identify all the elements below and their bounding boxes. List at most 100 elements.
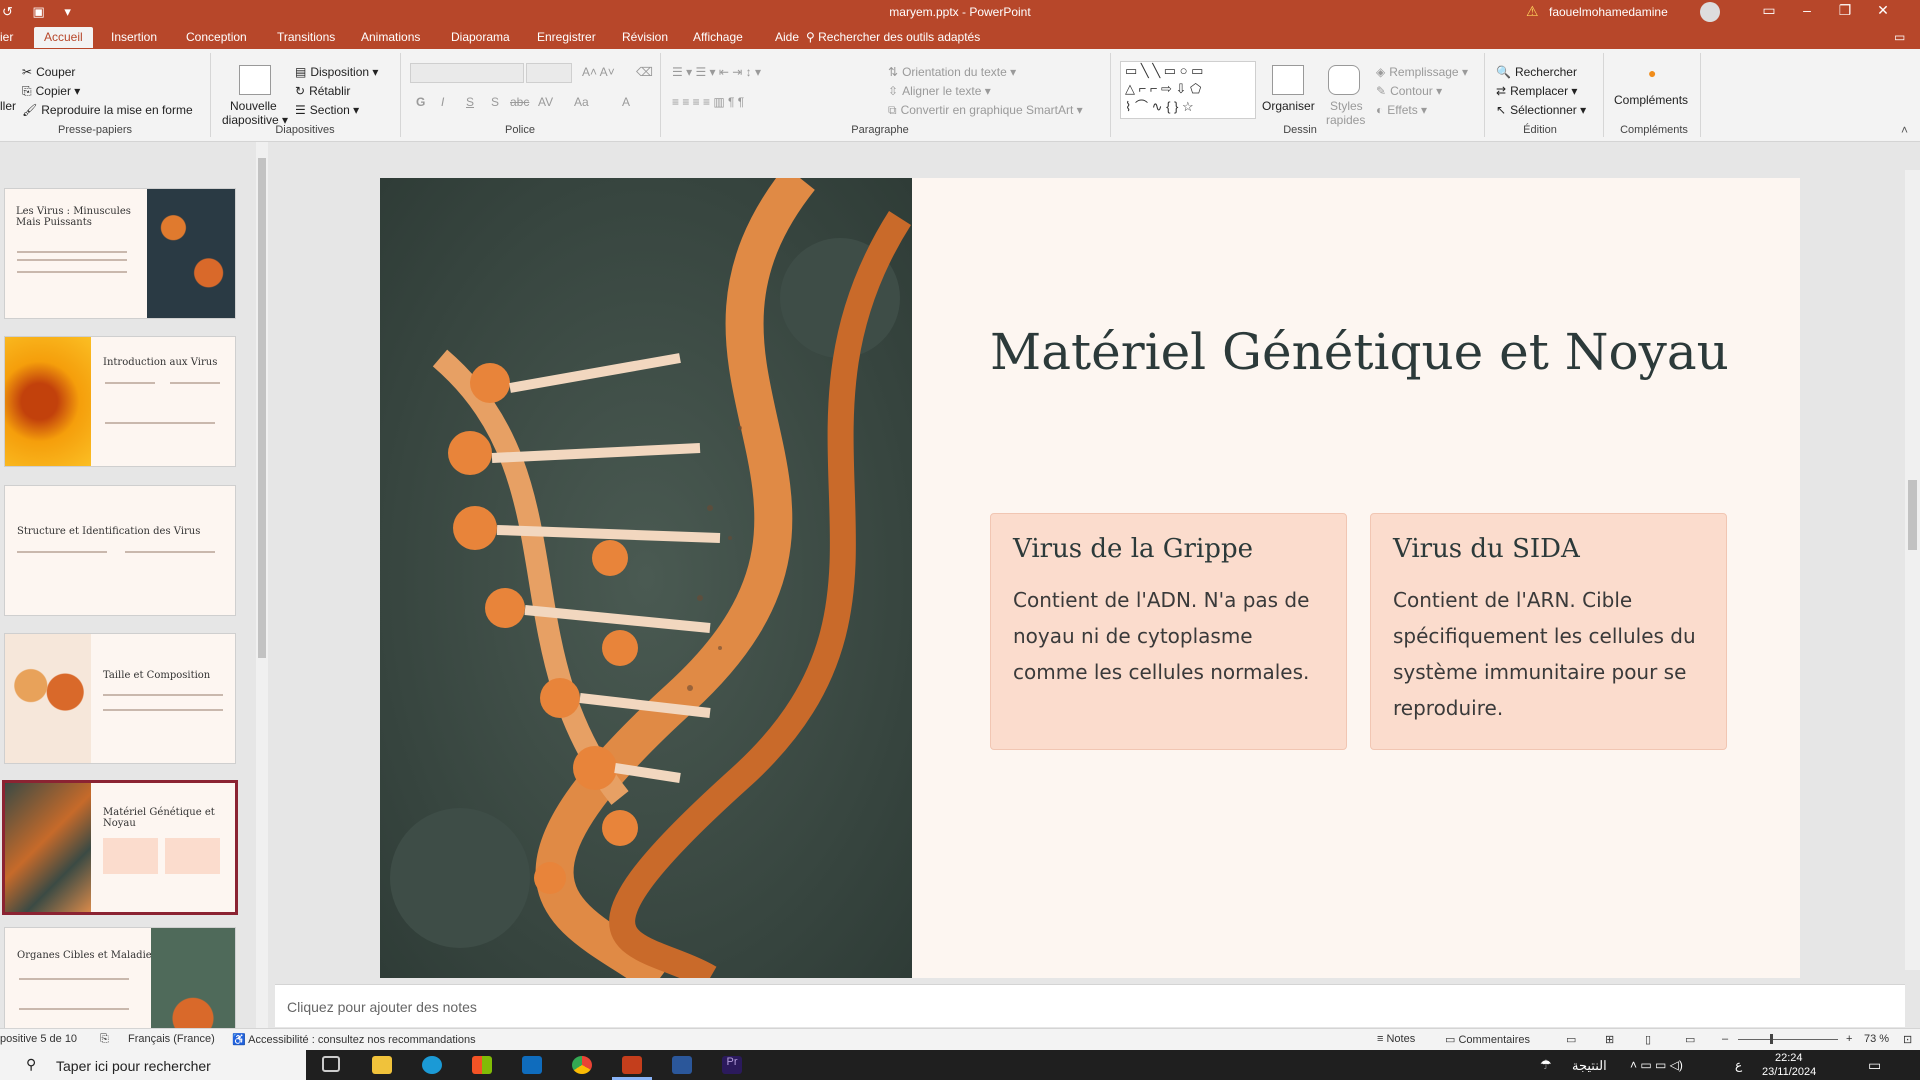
- strikethrough-button[interactable]: abc: [510, 95, 529, 109]
- language-status[interactable]: Français (France): [128, 1033, 215, 1045]
- cut-button[interactable]: ✂ Couper: [22, 65, 75, 79]
- tab-help[interactable]: Aide: [775, 30, 799, 44]
- scroll-thumb[interactable]: [1908, 480, 1917, 550]
- tab-view[interactable]: Affichage: [693, 30, 743, 44]
- close-icon[interactable]: ✕: [1868, 2, 1898, 19]
- tab-record[interactable]: Enregistrer: [537, 30, 596, 44]
- chrome-icon[interactable]: [572, 1056, 592, 1074]
- normal-view-icon[interactable]: ▭: [1566, 1033, 1576, 1046]
- card-flu[interactable]: Virus de la Grippe Contient de l'ADN. N'…: [990, 513, 1347, 750]
- clock-time[interactable]: 22:24: [1775, 1052, 1803, 1064]
- spellcheck-icon[interactable]: ⎘: [100, 1033, 109, 1046]
- tab-insert[interactable]: Insertion: [111, 30, 157, 44]
- comments-button[interactable]: ▭ Commentaires: [1445, 1033, 1530, 1046]
- shadow-button[interactable]: S: [491, 95, 499, 109]
- reading-view-icon[interactable]: ▯: [1645, 1033, 1651, 1046]
- scroll-thumb[interactable]: [258, 158, 266, 658]
- tab-file[interactable]: ier: [0, 30, 13, 44]
- slide-sorter-icon[interactable]: ⊞: [1605, 1033, 1614, 1046]
- tab-review[interactable]: Révision: [622, 30, 668, 44]
- clock-date[interactable]: 23/11/2024: [1762, 1066, 1816, 1078]
- tab-design[interactable]: Conception: [186, 30, 247, 44]
- text-direction-button[interactable]: ⇅ Orientation du texte ▾: [888, 65, 1016, 79]
- collapse-ribbon-icon[interactable]: ˄: [1901, 123, 1908, 137]
- section-button[interactable]: ☰ Section ▾: [295, 103, 359, 117]
- taskbar-search[interactable]: ⚲ Taper ici pour rechercher: [0, 1050, 306, 1080]
- fill-button[interactable]: ◈ Remplissage ▾: [1376, 65, 1468, 79]
- shapes-gallery[interactable]: ▭ ╲ ╲ ▭ ○ ▭ △ ⌐ ⌐ ⇨ ⇩ ⬠ ⌇ ⌒ ∿ { } ☆: [1120, 61, 1256, 119]
- zoom-slider-thumb[interactable]: [1770, 1034, 1773, 1044]
- italic-button[interactable]: I: [441, 95, 444, 109]
- weather-icon[interactable]: ☂: [1540, 1057, 1552, 1073]
- bold-button[interactable]: G: [416, 95, 425, 109]
- underline-button[interactable]: S: [466, 95, 474, 109]
- format-painter-button[interactable]: 🖌 Reproduire la mise en forme: [22, 103, 193, 117]
- edge-icon[interactable]: [422, 1056, 442, 1074]
- avatar[interactable]: [1700, 2, 1720, 22]
- outlook-icon[interactable]: [522, 1056, 542, 1074]
- align-text-button[interactable]: ⇳ Aligner le texte ▾: [888, 84, 991, 98]
- copy-button[interactable]: ⎘ Copier ▾: [22, 84, 80, 99]
- addins-icon[interactable]: ●: [1648, 65, 1656, 81]
- grow-font-icon[interactable]: A˄ A˅: [582, 65, 615, 79]
- powerpoint-icon[interactable]: [622, 1056, 642, 1074]
- new-slide-label-1[interactable]: Nouvelle: [230, 99, 277, 113]
- paste-button[interactable]: ller: [0, 99, 16, 113]
- select-button[interactable]: ↖ Sélectionner ▾: [1496, 103, 1586, 117]
- input-language[interactable]: ع: [1735, 1058, 1742, 1072]
- accessibility-status[interactable]: ♿ Accessibilité : consultez nos recomman…: [232, 1033, 476, 1046]
- tray-icons[interactable]: ˄ ▭ ▭ ◁): [1630, 1058, 1683, 1072]
- zoom-in-icon[interactable]: +: [1846, 1033, 1852, 1045]
- tab-animations[interactable]: Animations: [361, 30, 420, 44]
- word-icon[interactable]: [672, 1056, 692, 1074]
- store-icon[interactable]: [472, 1056, 492, 1074]
- arrange-icon[interactable]: [1272, 65, 1304, 95]
- slide-title[interactable]: Matériel Génétique et Noyau: [990, 323, 1729, 381]
- align-icons[interactable]: ≡ ≡ ≡ ≡ ▥ ¶ ¶: [672, 95, 744, 109]
- file-explorer-icon[interactable]: [372, 1056, 392, 1074]
- smartart-button[interactable]: ⧉ Convertir en graphique SmartArt ▾: [888, 103, 1083, 118]
- zoom-level[interactable]: 73 %: [1864, 1033, 1889, 1045]
- new-slide-icon[interactable]: [239, 65, 271, 95]
- task-view-icon[interactable]: [322, 1056, 340, 1072]
- user-name[interactable]: faouelmohamedamine: [1549, 5, 1668, 19]
- font-color-button[interactable]: A: [622, 95, 630, 109]
- card-aids[interactable]: Virus du SIDA Contient de l'ARN. Cible s…: [1370, 513, 1727, 750]
- effects-button[interactable]: ◐ Effets ▾: [1376, 103, 1427, 117]
- warning-icon[interactable]: ⚠: [1526, 3, 1539, 20]
- font-family-select[interactable]: [410, 63, 524, 83]
- outline-button[interactable]: ✎ Contour ▾: [1376, 84, 1442, 98]
- char-spacing-button[interactable]: AV: [538, 95, 553, 109]
- arrange-button[interactable]: Organiser: [1262, 99, 1315, 113]
- bullets-icon[interactable]: ☰ ▾ ☰ ▾ ⇤ ⇥ ↕ ▾: [672, 65, 761, 79]
- slide-thumbnail-1[interactable]: Les Virus : Minuscules Mais Puissants: [4, 188, 236, 319]
- thumbnails-scrollbar[interactable]: [256, 142, 268, 1042]
- notifications-icon[interactable]: ▭: [1868, 1057, 1881, 1074]
- tab-home[interactable]: Accueil: [34, 27, 93, 48]
- weather-label[interactable]: النتيجة: [1572, 1058, 1607, 1074]
- zoom-slider[interactable]: [1738, 1039, 1838, 1040]
- quick-styles-icon[interactable]: [1328, 65, 1360, 95]
- slide[interactable]: Matériel Génétique et Noyau Virus de la …: [380, 178, 1800, 978]
- font-size-select[interactable]: [526, 63, 572, 83]
- notes-pane[interactable]: Cliquez pour ajouter des notes: [275, 984, 1905, 1027]
- tell-me-search[interactable]: ⚲ Rechercher des outils adaptés: [806, 30, 980, 44]
- zoom-out-icon[interactable]: –: [1722, 1033, 1728, 1045]
- premiere-icon[interactable]: Pr: [722, 1056, 742, 1074]
- fit-to-window-icon[interactable]: ⊡: [1903, 1033, 1912, 1046]
- comments-icon[interactable]: ▭: [1894, 30, 1905, 44]
- tab-transitions[interactable]: Transitions: [277, 30, 335, 44]
- tab-slideshow[interactable]: Diaporama: [451, 30, 510, 44]
- canvas-scrollbar[interactable]: [1905, 170, 1920, 970]
- slide-thumbnail-5[interactable]: Matériel Génétique et Noyau: [2, 780, 238, 915]
- slide-thumbnail-3[interactable]: Structure et Identification des Virus: [4, 485, 236, 616]
- restore-icon[interactable]: ❐: [1830, 2, 1860, 19]
- minimize-icon[interactable]: –: [1792, 2, 1822, 18]
- slideshow-icon[interactable]: ▭: [1685, 1033, 1695, 1046]
- notes-button[interactable]: ≡ Notes: [1377, 1033, 1415, 1045]
- addins-button[interactable]: Compléments: [1614, 93, 1688, 107]
- clear-format-icon[interactable]: ⌫: [636, 65, 653, 79]
- change-case-button[interactable]: Aa: [574, 95, 589, 109]
- ribbon-display-icon[interactable]: ▭: [1754, 2, 1784, 19]
- replace-button[interactable]: ⇄ Remplacer ▾: [1496, 84, 1577, 98]
